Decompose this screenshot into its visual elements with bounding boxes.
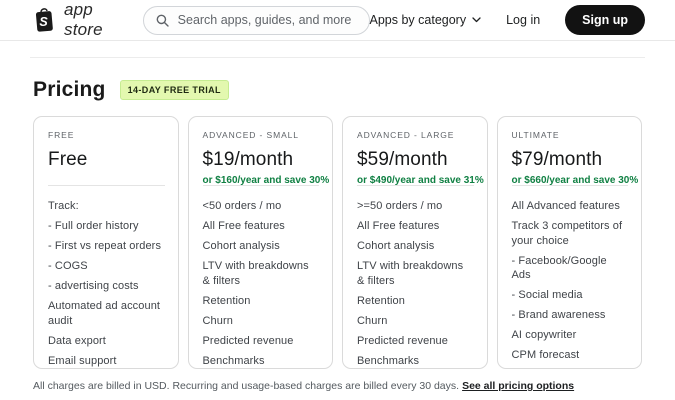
search-icon — [156, 14, 169, 27]
plan-price: $19/month — [202, 149, 294, 170]
pricing-section: Pricing 14-DAY FREE TRIAL FREE Free Trac… — [0, 78, 675, 392]
plan-label: FREE — [48, 130, 75, 140]
feature-item: All Free features — [357, 220, 440, 233]
feature-item: <50 orders / mo — [202, 200, 282, 212]
plan-price: Free — [48, 149, 88, 170]
feature-item: Automated ad account audit — [48, 300, 161, 327]
see-all-pricing-link[interactable]: See all pricing options — [462, 380, 574, 392]
feature-item: Track 3 competitors of your choice — [511, 220, 623, 247]
search-input[interactable] — [175, 12, 357, 28]
top-header: S app store Apps by category Log in Sign… — [0, 0, 675, 41]
plan-price: $59/month — [357, 149, 448, 170]
feature-item: Cohort analysis — [357, 240, 435, 253]
apps-by-category-label: Apps by category — [369, 13, 467, 27]
pricing-card: ADVANCED - SMALL $19/month or $160/year … — [187, 116, 333, 369]
card-head: ADVANCED - LARGE $59/month or $490/year … — [357, 130, 484, 186]
apps-by-category-menu[interactable]: Apps by category — [370, 13, 482, 27]
billing-note-text: All charges are billed in USD. Recurring… — [33, 380, 460, 392]
plan-features: >=50 orders / mo All Free features Cohort … — [357, 199, 474, 368]
plan-price: $79/month — [511, 149, 603, 170]
feature-item: Predicted revenue — [202, 334, 294, 347]
plan-label: ULTIMATE — [511, 130, 560, 140]
page-title: Pricing — [33, 78, 106, 101]
feature-item: >=50 orders / mo — [357, 200, 443, 212]
feature-item: Retention — [357, 294, 405, 307]
feature-item: LTV with breakdowns & filters — [202, 260, 309, 287]
feature-item: - Full order history — [48, 220, 139, 233]
feature-item: Data export — [48, 334, 106, 347]
sign-up-button[interactable]: Sign up — [565, 5, 645, 35]
search-bar[interactable] — [142, 5, 370, 35]
billing-note: All charges are billed in USD. Recurring… — [33, 380, 642, 392]
card-head: FREE Free — [48, 130, 165, 185]
feature-item: Benchmarks — [202, 354, 265, 367]
feature-item: - COGS — [48, 260, 88, 273]
feature-item: AI copywriter — [511, 329, 577, 342]
card-head: ULTIMATE $79/month or $660/year and save… — [511, 130, 639, 186]
feature-item: All Advanced features — [511, 200, 621, 212]
app-store-logo[interactable]: S app store — [33, 0, 128, 40]
feature-item: - Facebook/Google Ads — [511, 254, 607, 282]
pricing-card: ULTIMATE $79/month or $660/year and save… — [496, 116, 642, 369]
content-divider — [30, 57, 645, 58]
feature-item: Cohort analysis — [202, 240, 280, 253]
plan-features: Track: - Full order history - First vs rep… — [48, 199, 165, 368]
plan-label: ADVANCED - SMALL — [202, 130, 299, 140]
card-head: ADVANCED - SMALL $19/month or $160/year … — [202, 130, 330, 186]
pricing-heading-row: Pricing 14-DAY FREE TRIAL — [33, 78, 642, 102]
log-in-link[interactable]: Log in — [506, 13, 540, 27]
plan-label: ADVANCED - LARGE — [357, 130, 455, 140]
feature-item: Benchmarks — [357, 354, 420, 367]
free-trial-badge: 14-DAY FREE TRIAL — [119, 80, 229, 100]
logo-wordmark: app store — [64, 0, 103, 39]
feature-item: Retention — [202, 294, 251, 307]
feature-item: Predicted revenue — [357, 334, 448, 347]
pricing-card: ADVANCED - LARGE $59/month or $490/year … — [342, 116, 488, 369]
shopify-bag-icon: S — [33, 7, 56, 33]
feature-item: - First vs repeat orders — [48, 240, 162, 253]
pricing-cards: FREE Free Track: - Full order history - Fi… — [33, 116, 642, 369]
plan-features: <50 orders / mo All Free features Cohort a… — [202, 199, 320, 368]
header-nav: Apps by category Log in Sign up — [370, 5, 645, 35]
feature-item: LTV with breakdowns & filters — [357, 260, 464, 287]
card-divider — [48, 185, 165, 186]
feature-item: - advertising costs — [48, 280, 139, 293]
feature-item: CPM forecast — [511, 349, 580, 362]
feature-item: Churn — [357, 314, 388, 327]
plan-save-note: or $660/year and save 30% — [511, 175, 639, 186]
pricing-card: FREE Free Track: - Full order history - Fi… — [33, 116, 179, 369]
feature-item: Email support — [48, 354, 117, 367]
svg-text:S: S — [39, 15, 48, 29]
feature-item: - Social media — [511, 289, 583, 302]
plan-features: All Advanced features Track 3 competitors… — [512, 199, 629, 363]
feature-item: Churn — [202, 314, 233, 327]
chevron-down-icon — [472, 17, 481, 23]
plan-save-note: or $160/year and save 30% — [202, 175, 330, 186]
feature-item: - Brand awareness — [511, 309, 606, 322]
plan-save-note: or $490/year and save 31% — [357, 175, 484, 186]
feature-item: Track: — [48, 200, 79, 212]
feature-item: All Free features — [202, 220, 285, 233]
